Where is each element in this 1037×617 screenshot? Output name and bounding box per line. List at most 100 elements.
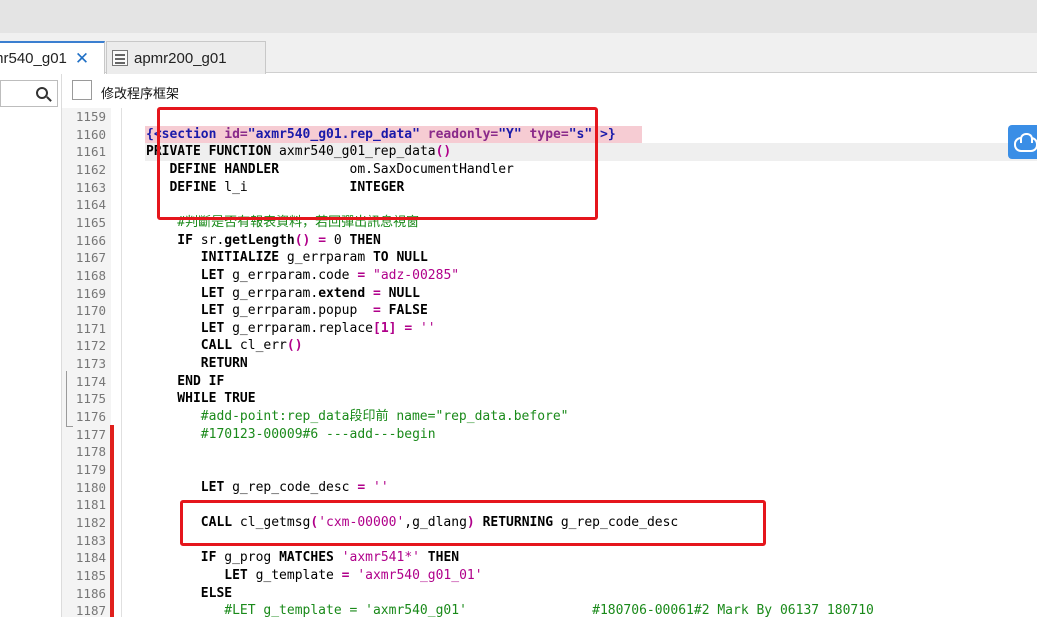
code-token: INITIALIZE [146,250,280,266]
code-line[interactable]: 1169 LET g_errparam.extend = NULL [0,285,1037,303]
code-line[interactable]: 1174 END IF [0,373,1037,391]
code-token: g_errparam [279,250,373,266]
line-number: 1170 [75,303,106,319]
code-token: THEN [341,232,381,248]
code-token: 'axmr540_g01_01' [357,567,483,583]
code-token: WHILE TRUE [146,391,256,407]
code-token: g_errparam. [224,285,319,301]
modify-frame-checkbox[interactable] [72,80,92,100]
search-icon[interactable] [36,87,48,99]
code-text: ELSE [146,585,232,603]
code-line[interactable]: 1180 LET g_rep_code_desc = '' [0,479,1037,497]
code-text: #170123-00009#6 ---add---begin [146,426,436,444]
code-line[interactable]: 1165 #判斷是否有報表資料，若回彈出訊息視窗 [0,214,1037,232]
code-token: = [341,567,350,583]
code-line[interactable]: 1160 {<section id="axmr540_g01.rep_data" … [0,125,1037,144]
code-token: () [294,232,311,248]
code-token: >} [592,126,616,142]
line-number: 1165 [75,214,106,230]
code-token: g_template [247,567,342,583]
code-token: TO NULL [372,250,428,266]
code-token: "adz-00285" [373,267,460,283]
code-line[interactable]: 1162 DEFINE HANDLER om.SaxDocumentHandle… [0,161,1037,179]
code-line[interactable]: 1163 DEFINE l_i INTEGER [0,179,1037,197]
code-token: END IF [146,373,225,389]
code-line[interactable]: 1161 PRIVATE FUNCTION axmr540_g01_rep_dat… [0,143,1037,161]
code-token: g_rep_code_desc [553,514,679,530]
code-text: INITIALIZE g_errparam TO NULL [146,249,428,267]
line-number: 1175 [75,391,106,407]
code-line[interactable]: 1164 [0,196,1037,214]
code-line[interactable]: 1171 LET g_errparam.replace[1] = '' [0,320,1037,338]
code-line[interactable]: 1159 [0,108,1037,126]
code-line[interactable]: 1183 [0,532,1037,550]
code-token: g_errparam.replace [224,320,373,336]
code-token: "Y" [498,126,522,142]
line-number: 1184 [75,550,106,566]
search-input[interactable] [0,80,58,107]
code-token: THEN [419,550,460,566]
line-number: 1167 [75,250,106,266]
code-token: "s" [568,126,593,142]
code-line[interactable]: 1185 LET g_template = 'axmr540_g01_01' [0,567,1037,585]
code-line[interactable]: 1172 CALL cl_err() [0,337,1037,355]
code-token: readonly= [419,126,499,142]
code-token: LET [146,267,225,283]
code-token: cl_err [232,338,287,354]
line-number: 1163 [75,179,106,195]
code-line[interactable]: 1184 IF g_prog MATCHES 'axmr541*' THEN [0,549,1037,567]
code-token: CALL [146,338,233,354]
code-token: IF [146,232,193,248]
code-line[interactable]: 1178 [0,443,1037,461]
code-line[interactable]: 1179 [0,461,1037,479]
code-line[interactable]: 1177 #170123-00009#6 ---add---begin [0,426,1037,444]
code-text: WHILE TRUE [146,390,256,408]
code-text: LET g_errparam.extend = NULL [146,285,420,303]
close-icon[interactable]: ✕ [75,50,89,67]
code-token: = [310,232,334,248]
code-token: DEFINE [146,179,217,195]
code-token: {< [146,126,162,142]
code-line[interactable]: 1175 WHILE TRUE [0,390,1037,408]
code-token: axmr540_g01_rep_data [271,144,436,160]
code-token: '' [419,320,436,336]
code-token: RETURN [146,356,248,372]
code-token: () [286,338,303,354]
code-token: LET [146,303,225,319]
line-number: 1171 [75,320,106,336]
code-line[interactable]: 1166 IF sr.getLength() = 0 THEN [0,232,1037,250]
code-token: cl_getmsg [232,514,311,530]
code-text: END IF [146,373,224,391]
code-token: '' [373,479,389,495]
line-number: 1162 [75,161,106,177]
code-token: = [357,479,366,495]
tab-apmr200-g01[interactable]: apmr200_g01 [106,41,266,74]
code-line[interactable]: 1181 [0,496,1037,514]
code-line[interactable]: 1167 INITIALIZE g_errparam TO NULL [0,249,1037,267]
line-number: 1159 [75,109,106,124]
tab-axmr540-g01[interactable]: mr540_g01 ✕ [0,41,105,74]
line-number: 1185 [75,567,106,583]
code-token: LET [146,285,225,301]
code-token: g_rep_code_desc [224,479,358,495]
line-number: 1178 [75,444,106,460]
code-line[interactable]: 1168 LET g_errparam.code = "adz-00285" [0,267,1037,285]
code-token: #判斷是否有報表資料，若回彈出訊息視窗 [146,214,420,230]
line-number: 1161 [75,144,106,160]
code-token: id= [216,126,248,142]
code-token: ELSE [146,585,233,601]
code-line[interactable]: 1182 CALL cl_getmsg('cxm-00000',g_dlang)… [0,514,1037,532]
code-token: INTEGER [349,179,405,195]
code-token: "axmr540_g01.rep_data" [247,126,420,142]
code-line[interactable]: 1176 #add-point:rep_data段印前 name="rep_da… [0,408,1037,426]
line-number: 1164 [75,197,106,213]
code-line[interactable]: 1186 ELSE [0,585,1037,603]
cloud-sync-icon[interactable] [1008,125,1037,159]
code-line[interactable]: 1170 LET g_errparam.popup = FALSE [0,302,1037,320]
code-token: DEFINE HANDLER [146,161,280,177]
code-line[interactable]: 1187 #LET g_template = 'axmr540_g01' #18… [0,602,1037,617]
code-line[interactable]: 1173 RETURN [0,355,1037,373]
